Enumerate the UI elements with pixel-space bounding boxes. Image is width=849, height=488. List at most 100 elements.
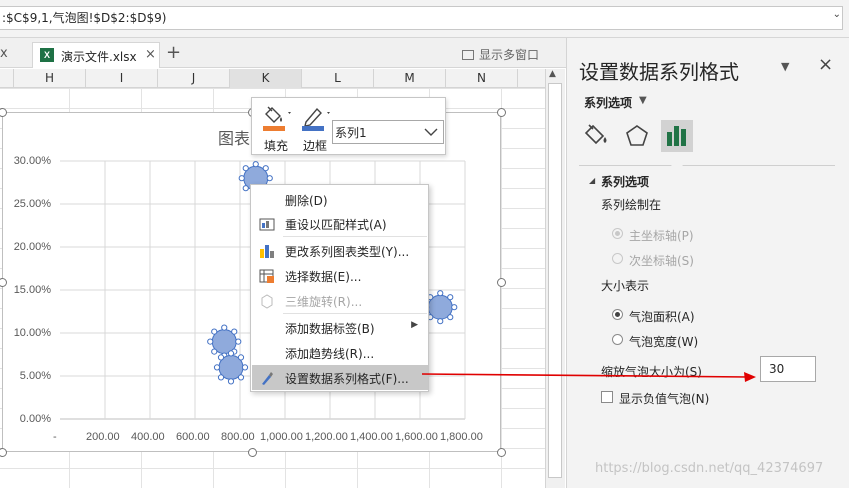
formula-bar: :$C$9,1,气泡图!$D$2:$D$9) ⌄ <box>0 0 849 38</box>
y-tick-label: 0.00% <box>19 413 51 425</box>
tab-series-options[interactable] <box>661 120 693 152</box>
x-tick-label: 1,000.00 <box>260 431 303 443</box>
multi-window-button[interactable]: 显示多窗口 <box>462 46 539 63</box>
column-header-i[interactable]: I <box>86 69 158 88</box>
primary-axis-label: 主坐标轴(P) <box>629 229 694 243</box>
chart-title[interactable]: 图表 <box>218 125 250 149</box>
pane-divider <box>579 165 835 166</box>
menu-item-change-chart-type[interactable]: 更改系列图表类型(Y)... <box>252 238 428 263</box>
bubble-selection-handle <box>217 374 225 381</box>
tab-file[interactable]: X 演示文件.xlsx × <box>32 42 160 68</box>
column-header-l[interactable]: L <box>302 69 374 88</box>
tab-strip: x X 演示文件.xlsx × + 显示多窗口 <box>0 38 566 68</box>
bubble-area-label[interactable]: 气泡面积(A) <box>629 308 695 325</box>
plot-on-label: 系列绘制在 <box>601 198 662 212</box>
multi-window-icon <box>462 50 474 60</box>
y-tick-label: 5.00% <box>19 370 51 382</box>
secondary-axis-radio <box>612 253 623 264</box>
border-button[interactable]: 边框 <box>297 103 333 153</box>
scroll-up-icon[interactable]: ▲ <box>549 69 556 79</box>
tab-close-icon[interactable]: × <box>145 47 156 62</box>
chevron-down-icon[interactable]: ▼ <box>639 95 647 106</box>
mini-toolbar: 填充 边框 系列1 <box>251 97 446 155</box>
bubble-selection-handle <box>235 338 242 345</box>
format-series-icon <box>262 372 273 385</box>
x-tick-label: 1,800.00 <box>440 431 483 443</box>
column-header-h[interactable]: H <box>14 69 86 88</box>
add-tab-button[interactable]: + <box>166 42 181 63</box>
menu-item-reset-style[interactable]: 重设以匹配样式(A) <box>252 211 428 236</box>
context-menu: 删除(D) 重设以匹配样式(A) 更改系列图表类型(Y)... 选择数据(E).… <box>250 184 429 392</box>
bubble-area-radio[interactable] <box>612 309 623 320</box>
column-header-k[interactable]: K <box>230 69 302 88</box>
section-collapse-icon[interactable]: ◢ <box>589 176 595 185</box>
multi-window-label: 显示多窗口 <box>479 48 540 62</box>
bubble-selection-handle <box>266 175 273 182</box>
series-options-dropdown[interactable]: 系列选项 <box>584 94 632 111</box>
x-tick-label: 400.00 <box>131 431 165 443</box>
pane-menu-icon[interactable]: ▼ <box>781 60 789 73</box>
bubble-selection-handle <box>242 185 249 192</box>
vertical-scrollbar[interactable]: ▲ <box>545 69 565 488</box>
submenu-arrow-icon: ▶ <box>411 320 418 330</box>
section-title[interactable]: 系列选项 <box>601 173 649 190</box>
excel-icon: X <box>40 48 54 62</box>
chart-type-icon <box>260 245 274 258</box>
bubble-width-label[interactable]: 气泡宽度(W) <box>629 333 698 350</box>
column-header-n[interactable]: N <box>446 69 518 88</box>
scale-bubble-label: 缩放气泡大小为(S) <box>601 365 702 379</box>
y-tick-label: 15.00% <box>13 284 51 296</box>
series-select[interactable]: 系列1 <box>332 120 444 144</box>
size-represents-label: 大小表示 <box>601 279 650 293</box>
y-tick-label: 30.00% <box>13 155 51 167</box>
bubble-selection-handle <box>227 378 235 385</box>
prev-tab-close-icon[interactable]: x <box>0 46 8 61</box>
x-tick-label: 600.00 <box>176 431 210 443</box>
show-negative-label[interactable]: 显示负值气泡(N) <box>619 390 709 407</box>
menu-item-label: 三维旋转(R)... <box>285 295 363 309</box>
border-label: 边框 <box>302 139 327 153</box>
scale-bubble-input[interactable]: 30 <box>760 356 816 382</box>
menu-item-add-data-labels[interactable]: 添加数据标签(B) ▶ <box>252 315 428 340</box>
tab-pointer <box>671 159 683 166</box>
show-negative-checkbox[interactable] <box>601 391 613 403</box>
tab-fill-line[interactable] <box>581 120 613 152</box>
bubble-selection-handle <box>242 165 249 172</box>
menu-separator <box>283 313 427 314</box>
menu-item-label: 添加趋势线(R)... <box>285 347 375 361</box>
tab-effects[interactable] <box>621 120 653 152</box>
fill-button[interactable]: 填充 <box>258 103 294 153</box>
bubble-selection-handle <box>207 338 214 345</box>
column-header-m[interactable]: M <box>374 69 446 88</box>
bubble-selection-handle <box>241 364 249 371</box>
bubble-selection-handle <box>211 348 218 355</box>
menu-item-label: 更改系列图表类型(Y)... <box>285 245 410 259</box>
bubble-selection-handle <box>262 165 269 172</box>
bubble-selection-handle <box>437 318 444 325</box>
bubble-selection-handle <box>217 354 225 361</box>
y-tick-label: 20.00% <box>13 241 51 253</box>
x-tick-label: 1,200.00 <box>305 431 348 443</box>
formula-input[interactable]: :$C$9,1,气泡图!$D$2:$D$9) <box>0 6 843 30</box>
series-select-value: 系列1 <box>335 126 367 140</box>
menu-item-format-series[interactable]: 设置数据系列格式(F)... <box>252 365 428 390</box>
scroll-thumb[interactable] <box>548 83 562 478</box>
x-tick-label: - <box>53 431 57 443</box>
pane-title: 设置数据系列格式 <box>579 60 739 84</box>
x-tick-label: 1,400.00 <box>350 431 393 443</box>
primary-axis-radio <box>612 228 623 239</box>
menu-item-label: 重设以匹配样式(A) <box>285 218 387 232</box>
bubble-selection-handle <box>211 328 218 335</box>
pane-close-icon[interactable]: × <box>818 54 833 75</box>
column-headers: H I J K L M N <box>0 69 545 88</box>
menu-item-delete[interactable]: 删除(D) <box>252 187 428 212</box>
formula-expand-icon[interactable]: ⌄ <box>833 9 841 20</box>
bubble-selection-handle <box>238 175 245 182</box>
menu-item-add-trendline[interactable]: 添加趋势线(R)... <box>252 340 428 365</box>
y-tick-label: 25.00% <box>13 198 51 210</box>
column-header-edge[interactable] <box>0 69 14 88</box>
column-header-j[interactable]: J <box>158 69 230 88</box>
menu-item-select-data[interactable]: 选择数据(E)... <box>252 263 428 288</box>
bubble-width-radio[interactable] <box>612 334 623 345</box>
menu-item-label: 删除(D) <box>285 194 328 208</box>
